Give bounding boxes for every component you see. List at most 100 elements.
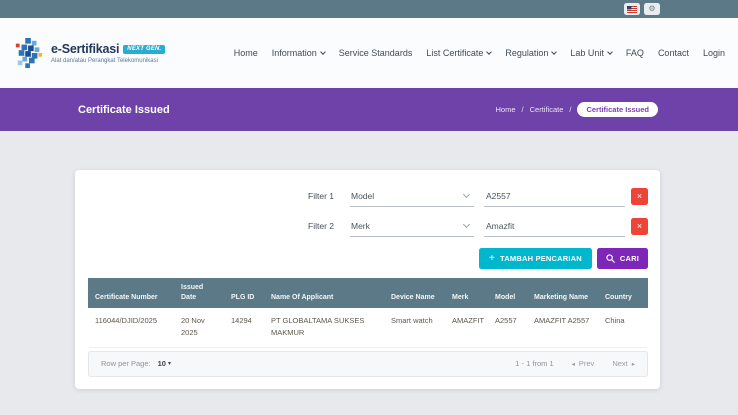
table-row[interactable]: 116044/DJID/2025 20 Nov 2025 14294 PT GL… bbox=[88, 308, 648, 347]
certificates-table: Certificate Number Issued Date PLG ID Na… bbox=[88, 278, 648, 348]
rows-per-page-value: 10 bbox=[158, 359, 166, 368]
nav-item-faq[interactable]: FAQ bbox=[626, 48, 644, 58]
brand-logo-icon bbox=[14, 37, 44, 69]
pagination-controls: 1 - 1 from 1 ◂ Prev Next ▸ bbox=[515, 359, 635, 368]
cell-certificate-number: 116044/DJID/2025 bbox=[88, 308, 174, 347]
plus-icon: + bbox=[489, 253, 495, 264]
breadcrumb-separator: / bbox=[569, 105, 571, 114]
filter-1-value-input[interactable] bbox=[484, 185, 625, 207]
search-results-card: Filter 1 Model × Filter 2 Merk × bbox=[75, 170, 660, 389]
gear-icon: ⚙ bbox=[648, 5, 655, 13]
page-title: Certificate Issued bbox=[78, 104, 170, 116]
chevron-down-icon bbox=[463, 191, 470, 198]
page-banner: Certificate Issued Home / Certificate / … bbox=[0, 88, 738, 131]
prev-label: Prev bbox=[579, 359, 594, 368]
breadcrumb-separator: / bbox=[522, 105, 524, 114]
next-page-button[interactable]: Next ▸ bbox=[612, 359, 635, 368]
filter-2-remove-button[interactable]: × bbox=[631, 218, 648, 235]
chevron-down-icon bbox=[607, 49, 613, 55]
filter-row-1: Filter 1 Model × bbox=[88, 181, 648, 211]
filter-1-remove-button[interactable]: × bbox=[631, 188, 648, 205]
main-nav: Home Information Service Standards List … bbox=[234, 48, 725, 58]
filter-row-2: Filter 2 Merk × bbox=[88, 211, 648, 241]
nav-label: Contact bbox=[658, 48, 689, 58]
cell-plg-id: 14294 bbox=[224, 308, 264, 347]
brand-subtitle: Alat dan/atau Perangkat Telekomunikasi bbox=[51, 58, 165, 64]
us-flag-icon bbox=[627, 6, 637, 13]
filter-1-label: Filter 1 bbox=[88, 191, 350, 201]
pagination-range: 1 - 1 from 1 bbox=[515, 359, 553, 368]
close-icon: × bbox=[637, 192, 642, 201]
col-name-of-applicant: Name Of Applicant bbox=[264, 278, 384, 308]
site-header: e-Sertifikasi NEXT GEN. Alat dan/atau Pe… bbox=[0, 18, 738, 88]
search-button-label: CARI bbox=[620, 254, 639, 263]
caret-down-icon: ▾ bbox=[168, 360, 171, 367]
nav-label: Service Standards bbox=[339, 48, 413, 58]
nav-label: Login bbox=[703, 48, 725, 58]
filter-actions: + TAMBAH PENCARIAN CARI bbox=[88, 248, 648, 269]
nav-item-lab-unit[interactable]: Lab Unit bbox=[570, 48, 612, 58]
rows-per-page-select[interactable]: 10 ▾ bbox=[158, 359, 171, 368]
nav-item-login[interactable]: Login bbox=[703, 48, 725, 58]
cell-model: A2557 bbox=[488, 308, 527, 347]
col-issued-date: Issued Date bbox=[174, 278, 224, 308]
next-label: Next bbox=[612, 359, 627, 368]
nav-label: List Certificate bbox=[426, 48, 483, 58]
brand-title: e-Sertifikasi bbox=[51, 42, 119, 56]
language-flag-button[interactable] bbox=[624, 3, 640, 15]
nav-item-information[interactable]: Information bbox=[272, 48, 325, 58]
nav-item-home[interactable]: Home bbox=[234, 48, 258, 58]
brand-logo[interactable]: e-Sertifikasi NEXT GEN. Alat dan/atau Pe… bbox=[14, 37, 165, 69]
breadcrumb: Home / Certificate / Certificate Issued bbox=[496, 102, 659, 117]
cell-name-of-applicant: PT GLOBALTAMA SUKSES MAKMUR bbox=[264, 308, 384, 347]
filter-1-field-value: Model bbox=[351, 191, 374, 201]
search-button[interactable]: CARI bbox=[597, 248, 648, 269]
breadcrumb-certificate[interactable]: Certificate bbox=[530, 105, 564, 114]
nav-item-service-standards[interactable]: Service Standards bbox=[339, 48, 413, 58]
nav-item-list-certificate[interactable]: List Certificate bbox=[426, 48, 491, 58]
page: ⚙ e-Sertifikas bbox=[0, 0, 738, 415]
filter-2-label: Filter 2 bbox=[88, 221, 350, 231]
content-area: Filter 1 Model × Filter 2 Merk × bbox=[0, 131, 738, 415]
prev-page-button[interactable]: ◂ Prev bbox=[572, 359, 595, 368]
chevron-down-icon bbox=[463, 221, 470, 228]
filter-1-field-select[interactable]: Model bbox=[350, 185, 474, 207]
nav-label: Regulation bbox=[505, 48, 548, 58]
settings-button[interactable]: ⚙ bbox=[644, 3, 660, 15]
breadcrumb-home[interactable]: Home bbox=[496, 105, 516, 114]
nav-item-regulation[interactable]: Regulation bbox=[505, 48, 556, 58]
filter-2-value-input[interactable] bbox=[484, 215, 625, 237]
nav-label: Lab Unit bbox=[570, 48, 604, 58]
chevron-down-icon bbox=[320, 49, 326, 55]
nav-label: Home bbox=[234, 48, 258, 58]
topbar: ⚙ bbox=[0, 0, 738, 18]
col-plg-id: PLG ID bbox=[224, 278, 264, 308]
prev-arrow-icon: ◂ bbox=[572, 360, 575, 368]
nav-label: FAQ bbox=[626, 48, 644, 58]
col-merk: Merk bbox=[445, 278, 488, 308]
col-model: Model bbox=[488, 278, 527, 308]
brand-text: e-Sertifikasi NEXT GEN. Alat dan/atau Pe… bbox=[51, 42, 165, 64]
add-filter-button[interactable]: + TAMBAH PENCARIAN bbox=[479, 248, 592, 269]
col-marketing-name: Marketing Name bbox=[527, 278, 598, 308]
cell-issued-date: 20 Nov 2025 bbox=[174, 308, 224, 347]
chevron-down-icon bbox=[487, 49, 493, 55]
filter-2-field-select[interactable]: Merk bbox=[350, 215, 474, 237]
nav-item-contact[interactable]: Contact bbox=[658, 48, 689, 58]
pagination-bar: Row per Page: 10 ▾ 1 - 1 from 1 ◂ Prev N… bbox=[88, 351, 648, 377]
cell-country: China bbox=[598, 308, 648, 347]
breadcrumb-current: Certificate Issued bbox=[577, 102, 658, 117]
table-header-row: Certificate Number Issued Date PLG ID Na… bbox=[88, 278, 648, 308]
cell-merk: AMAZFIT bbox=[445, 308, 488, 347]
col-country: Country bbox=[598, 278, 648, 308]
nav-label: Information bbox=[272, 48, 317, 58]
rows-per-page-label: Row per Page: bbox=[101, 359, 151, 368]
add-filter-label: TAMBAH PENCARIAN bbox=[500, 254, 582, 263]
col-device-name: Device Name bbox=[384, 278, 445, 308]
col-certificate-number: Certificate Number bbox=[88, 278, 174, 308]
filter-2-field-value: Merk bbox=[351, 221, 370, 231]
close-icon: × bbox=[637, 222, 642, 231]
rows-per-page: Row per Page: 10 ▾ bbox=[101, 359, 171, 368]
brand-badge: NEXT GEN. bbox=[123, 45, 165, 54]
chevron-down-icon bbox=[552, 49, 558, 55]
